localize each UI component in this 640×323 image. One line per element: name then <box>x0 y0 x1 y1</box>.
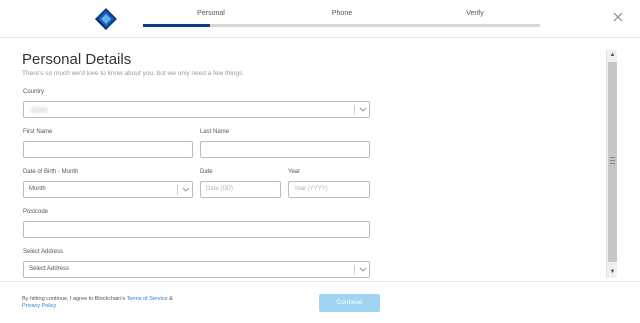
terms-of-service-link[interactable]: Terms of Service <box>127 296 168 302</box>
dob-month-label: Date of Birth - Month <box>23 169 79 175</box>
dob-date-input[interactable]: Date (DD) <box>200 181 281 198</box>
progress-steps: Personal Phone Verify <box>143 10 540 30</box>
step-phone: Phone <box>331 10 353 17</box>
select-separator <box>354 105 355 115</box>
dob-month-select[interactable]: Month <box>23 181 193 198</box>
dob-date-placeholder: Date (DD) <box>206 186 234 192</box>
dob-date-label: Date <box>200 169 213 175</box>
address-label: Select Address <box>23 249 64 255</box>
last-name-label: Last Name <box>200 129 230 135</box>
last-name-input[interactable] <box>200 141 370 158</box>
first-name-input[interactable] <box>23 141 193 158</box>
privacy-policy-link[interactable]: Privacy Policy <box>22 303 56 309</box>
country-select[interactable] <box>23 101 370 118</box>
terms-ampersand: & <box>169 296 173 302</box>
chevron-down-icon <box>359 267 367 272</box>
country-value-redacted <box>30 107 48 113</box>
dob-year-label: Year <box>288 169 301 175</box>
scroll-thumb[interactable] <box>608 62 617 262</box>
postcode-label: Postcode <box>23 209 49 215</box>
address-select[interactable]: Select Address <box>23 261 370 278</box>
select-separator <box>354 265 355 275</box>
page-subtitle: There's so much we'd love to know about … <box>22 70 245 77</box>
postcode-input[interactable] <box>23 221 370 238</box>
scroll-grip-icon <box>610 157 615 164</box>
country-label: Country <box>23 89 45 95</box>
dob-month-value: Month <box>29 186 46 192</box>
scrollbar[interactable]: ▲ ▼ <box>606 50 617 278</box>
step-verify: Verify <box>466 10 484 17</box>
close-icon[interactable] <box>611 10 625 24</box>
header: Personal Phone Verify <box>0 0 640 38</box>
blockchain-logo-icon <box>95 8 117 30</box>
terms-text: By hitting continue, I agree to Blockcha… <box>22 296 202 310</box>
first-name-label: First Name <box>23 129 53 135</box>
footer: By hitting continue, I agree to Blockcha… <box>0 281 640 323</box>
form-area: Personal Details There's so much we'd lo… <box>0 39 606 279</box>
progress-fill <box>143 24 211 27</box>
dob-year-input[interactable]: Year (YYYY) <box>288 181 370 198</box>
step-personal: Personal <box>197 10 225 17</box>
scroll-up-arrow-icon[interactable]: ▲ <box>608 51 617 59</box>
address-select-value: Select Address <box>29 266 70 272</box>
page-title: Personal Details <box>22 51 132 68</box>
scroll-down-arrow-icon[interactable]: ▼ <box>608 268 617 276</box>
progress-track <box>143 24 540 27</box>
dob-year-placeholder: Year (YYYY) <box>294 186 328 192</box>
select-separator <box>177 185 178 195</box>
chevron-down-icon <box>182 187 190 192</box>
chevron-down-icon <box>359 107 367 112</box>
continue-button[interactable]: Continue <box>319 294 380 312</box>
terms-prefix: By hitting continue, I agree to Blockcha… <box>22 296 126 302</box>
